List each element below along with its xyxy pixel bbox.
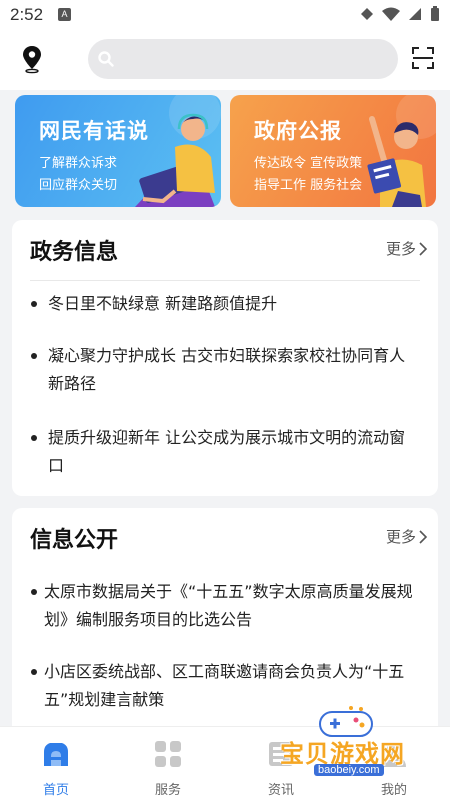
section-title: 信息公开 (30, 528, 119, 553)
battery-icon (431, 6, 439, 21)
watermark-url: baobeiy.com (314, 764, 384, 776)
chevron-right-icon (419, 529, 428, 544)
home-icon (44, 743, 68, 766)
section-title: 政务信息 (30, 240, 119, 265)
more-link[interactable]: 更多 (386, 238, 428, 259)
status-bar: 2:52 A (0, 0, 450, 30)
gov-info-card: 政务信息 更多 冬日里不缺绿意 新建路颜值提升 凝心聚力守护成长 古交市妇联探索… (12, 220, 438, 496)
wifi-icon (382, 7, 400, 21)
banner-subtitle: 指导工作 服务社会 (254, 178, 363, 193)
banner-title: 网民有话说 (39, 119, 149, 143)
watermark-logo: 宝贝游戏网 baobeiy.com (268, 704, 438, 780)
status-time: 2:52 (10, 5, 44, 24)
cellular-icon (409, 8, 421, 20)
tab-label: 服务 (154, 783, 181, 798)
grid-icon (155, 741, 181, 767)
more-label: 更多 (385, 528, 416, 546)
news-item[interactable]: 凝心聚力守护成长 古交市妇联探索家校社协同育人新路径 (30, 342, 420, 398)
search-input[interactable] (88, 39, 398, 79)
location-pin-icon[interactable] (20, 44, 44, 74)
banner-title: 政府公报 (254, 119, 342, 143)
news-item[interactable]: 提质升级迎新年 让公交成为展示城市文明的流动窗口 (30, 424, 420, 480)
banner-subtitle: 了解群众诉求 (39, 156, 118, 171)
banner-subtitle: 回应群众关切 (39, 178, 118, 193)
notification-icon: A (58, 8, 71, 21)
tab-label: 首页 (42, 783, 69, 798)
top-bar (0, 30, 450, 90)
more-label: 更多 (385, 240, 416, 258)
system-icons (360, 6, 440, 22)
scan-icon[interactable] (411, 46, 435, 70)
search-icon (98, 51, 114, 67)
chevron-right-icon (419, 241, 428, 256)
banner-subtitle: 传达政令 宣传政策 (254, 156, 363, 171)
news-item[interactable]: 太原市数据局关于《“十五五”数字太原高质量发展规划》编制服务项目的比选公告 (30, 578, 420, 634)
divider (30, 280, 420, 281)
more-link[interactable]: 更多 (386, 526, 428, 547)
tab-label: 资讯 (267, 783, 294, 798)
banner-netizen-voice[interactable]: 网民有话说 了解群众诉求 回应群众关切 (15, 95, 221, 207)
news-item[interactable]: 冬日里不缺绿意 新建路颜值提升 (30, 290, 420, 318)
tab-home[interactable]: 首页 (0, 727, 112, 800)
signal-icon (361, 8, 373, 20)
tab-services[interactable]: 服务 (112, 727, 224, 800)
banner-government-gazette[interactable]: 政府公报 传达政令 宣传政策 指导工作 服务社会 (230, 95, 436, 207)
tab-label: 我的 (380, 783, 407, 798)
